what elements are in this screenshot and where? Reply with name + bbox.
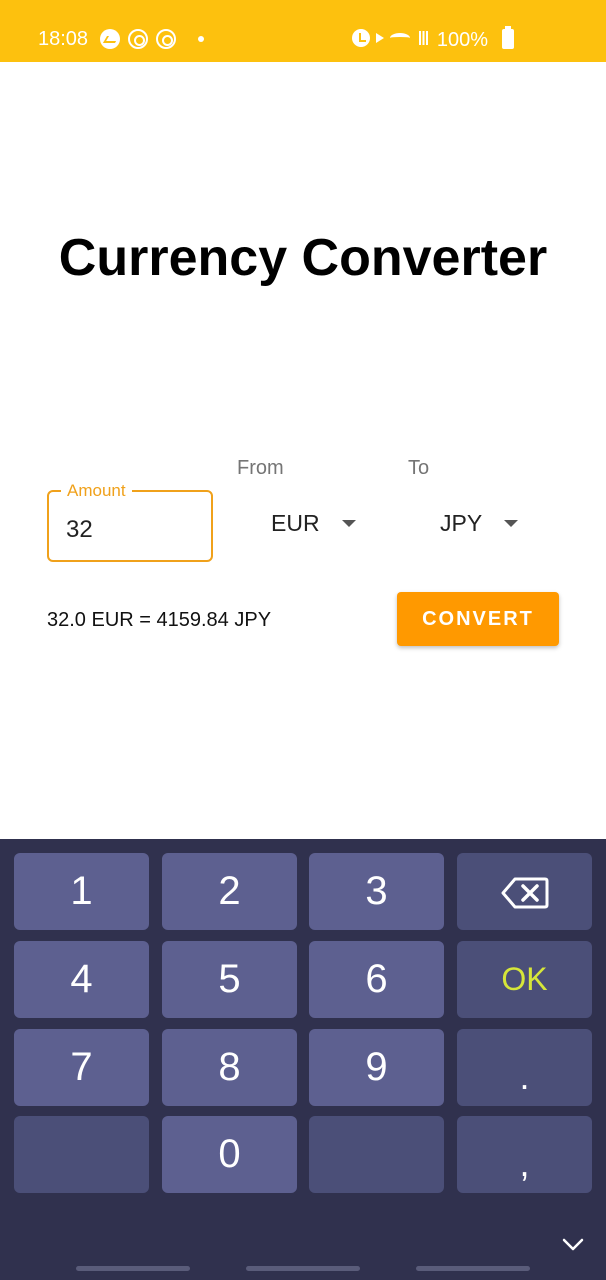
convert-button[interactable]: CONVERT (397, 592, 559, 646)
empty-key (309, 1116, 444, 1193)
key-7[interactable]: 7 (14, 1029, 149, 1106)
dropdown-arrow-icon (504, 519, 519, 527)
key-6[interactable]: 6 (309, 941, 444, 1018)
amount-input[interactable]: 32 (66, 516, 93, 544)
notification-ring-icon (156, 29, 176, 49)
to-currency-select[interactable]: JPY (440, 508, 519, 538)
ok-key[interactable]: OK (457, 941, 592, 1018)
backspace-icon (501, 875, 549, 909)
nav-home-hint[interactable] (246, 1266, 360, 1271)
dropdown-arrow-icon (341, 519, 356, 527)
key-3[interactable]: 3 (309, 853, 444, 930)
from-label: From (237, 457, 284, 479)
from-currency-value: EUR (271, 510, 320, 536)
key-2[interactable]: 2 (162, 853, 297, 930)
empty-key (14, 1116, 149, 1193)
status-bar: 18:08 100% (0, 0, 606, 62)
key-5[interactable]: 5 (162, 941, 297, 1018)
key-9[interactable]: 9 (309, 1029, 444, 1106)
key-4[interactable]: 4 (14, 941, 149, 1018)
amount-label: Amount (61, 481, 132, 501)
signal-icon (416, 31, 430, 45)
amount-field[interactable]: Amount 32 (47, 481, 213, 562)
wifi-icon (390, 33, 410, 43)
battery-icon (502, 26, 514, 49)
status-time: 18:08 (38, 28, 89, 50)
key-0[interactable]: 0 (162, 1116, 297, 1193)
page-title: Currency Converter (58, 229, 548, 287)
key-1[interactable]: 1 (14, 853, 149, 930)
notification-icons (100, 29, 204, 49)
to-currency-value: JPY (440, 510, 483, 536)
from-currency-select[interactable]: EUR (271, 508, 356, 538)
to-label: To (408, 457, 430, 479)
conversion-result: 32.0 EUR = 4159.84 JPY (47, 609, 272, 631)
decimal-key[interactable]: . (457, 1029, 592, 1106)
numeric-keyboard: 1 2 3 4 5 6 OK 7 8 9 . 0 , (0, 839, 606, 1280)
nav-back-hint[interactable] (416, 1266, 530, 1271)
notification-ring-icon (128, 29, 148, 49)
backspace-key[interactable] (457, 853, 592, 930)
nav-recents-hint[interactable] (76, 1266, 190, 1271)
key-8[interactable]: 8 (162, 1029, 297, 1106)
dot-icon (198, 36, 204, 42)
mute-icon (376, 33, 384, 43)
battery-percentage: 100% (436, 29, 488, 51)
comma-key[interactable]: , (457, 1116, 592, 1193)
messenger-icon (100, 29, 120, 49)
alarm-icon (352, 29, 370, 47)
chevron-down-icon[interactable] (561, 1234, 585, 1254)
system-icons (352, 29, 430, 47)
